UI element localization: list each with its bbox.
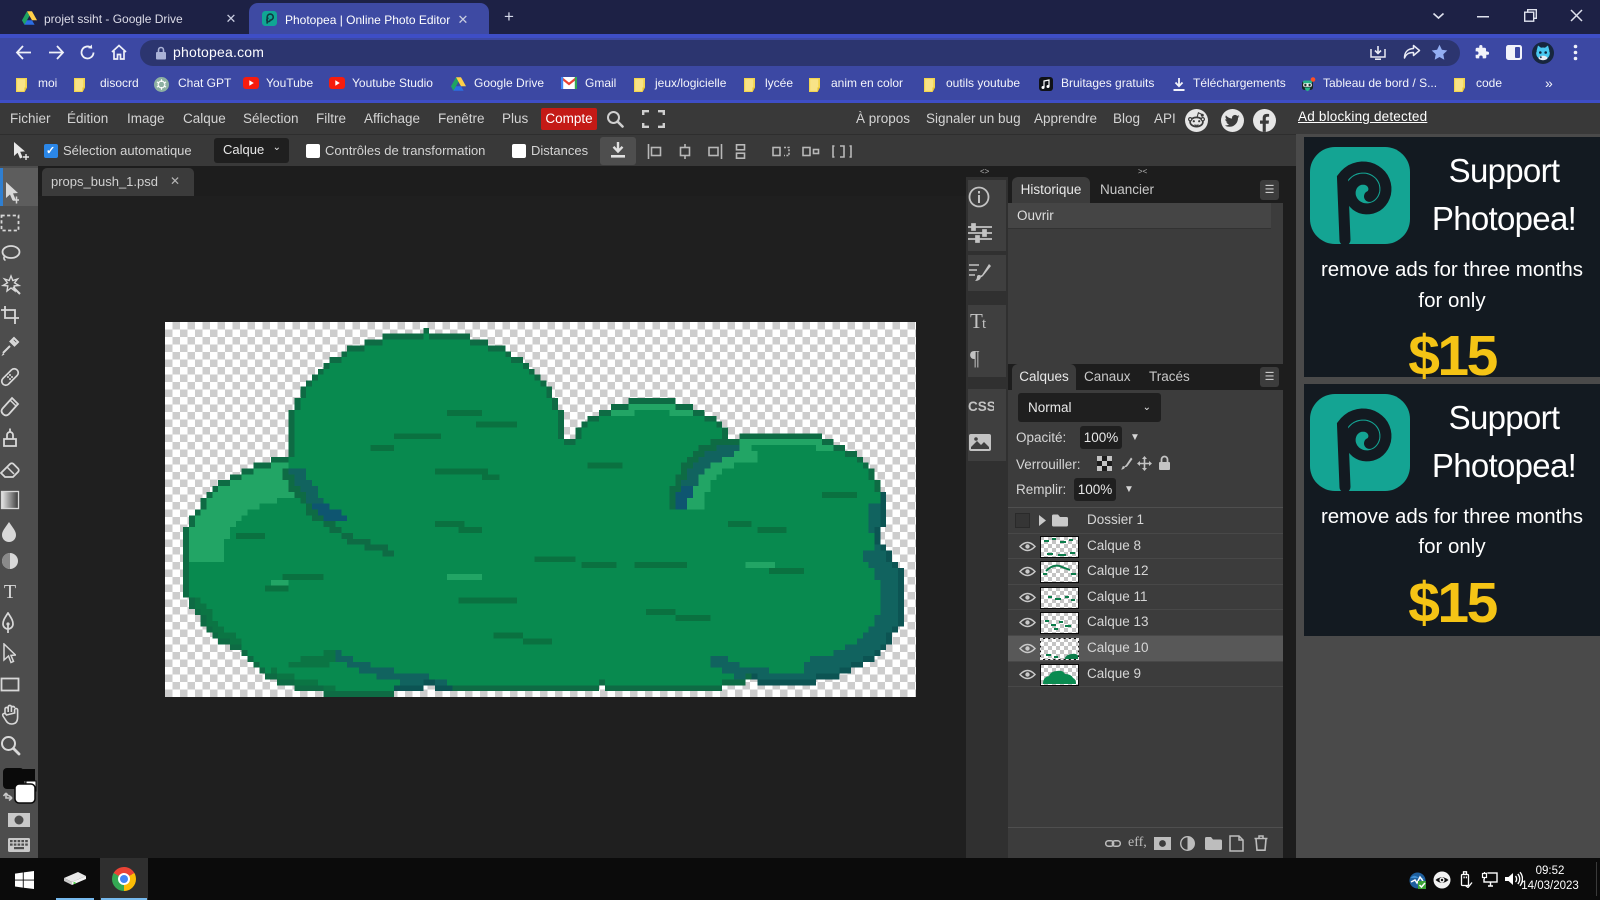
- svg-text:T: T: [4, 581, 16, 601]
- svg-text:¶: ¶: [970, 346, 980, 370]
- svg-text:CSS: CSS: [968, 399, 994, 414]
- svg-text:t: t: [982, 316, 987, 332]
